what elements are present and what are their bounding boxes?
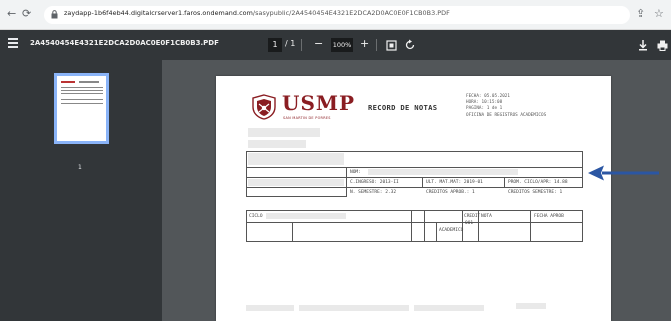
- redacted-block: [299, 305, 409, 311]
- pdf-page: USMP SAN MARTIN DE PORRES RECORD DE NOTA…: [216, 76, 611, 321]
- menu-icon[interactable]: [8, 38, 18, 50]
- record-ciclo-ingreso: C.INGRESO: 2013-II: [350, 180, 399, 185]
- crest-icon: [252, 94, 276, 120]
- share-icon[interactable]: ⇪: [636, 8, 645, 20]
- grid-header-nota: NOTA: [481, 214, 492, 219]
- record-prom-ciclo: PROM. CICLO/APR: 14.88: [508, 180, 568, 185]
- record-n-semestre: N. SEMESTRE: 2.32: [350, 190, 397, 195]
- record-ult-mat: ULT. MAT.MAT: 2019-01: [426, 180, 483, 185]
- rotate-icon[interactable]: [404, 39, 416, 51]
- url-input[interactable]: zaydapp-1b6f4eb44.digitalcrserver1.faros…: [44, 6, 630, 24]
- print-icon[interactable]: [657, 40, 668, 51]
- page-number-input[interactable]: 1: [268, 38, 282, 52]
- grid-header-fecha: FECHA APROB: [534, 214, 564, 219]
- record-nombre: NOM:: [350, 170, 361, 175]
- back-icon[interactable]: ←: [7, 7, 16, 21]
- zoom-level-input[interactable]: 100%: [331, 38, 353, 52]
- pdf-viewport[interactable]: USMP SAN MARTIN DE PORRES RECORD DE NOTA…: [162, 60, 671, 321]
- record-creditos-semestre: CREDITOS SEMESTRE: 1: [508, 190, 563, 195]
- toolbar-divider: [301, 39, 302, 51]
- redacted-block: [516, 303, 546, 309]
- url-text: zaydapp-1b6f4eb44.digitalcrserver1.faros…: [64, 9, 450, 17]
- browser-address-bar: ← ⟳ zaydapp-1b6f4eb44.digitalcrserver1.f…: [0, 0, 671, 30]
- pdf-toolbar: 2A4540454E4321E2DCA2D0AC0E0F1CB0B3.PDF 1…: [0, 30, 671, 60]
- redacted-block: [246, 305, 294, 311]
- document-title: 2A4540454E4321E2DCA2D0AC0E0F1CB0B3.PDF: [30, 39, 219, 47]
- bookmark-star-icon[interactable]: ☆: [654, 8, 664, 20]
- zoom-in-button[interactable]: +: [360, 37, 369, 51]
- redacted-block: [368, 169, 518, 175]
- download-icon[interactable]: [638, 40, 648, 51]
- thumbnail-sidebar: 1: [0, 60, 162, 321]
- grid-cell-value: 001: [465, 221, 474, 226]
- annotation-arrow-icon: [588, 165, 659, 181]
- grid-header-creditos: CREDIT: [464, 214, 481, 219]
- toolbar-divider: [376, 39, 377, 51]
- record-creditos-aprob: CREDITOS APROB.: 1: [426, 190, 475, 195]
- page-count: / 1: [285, 39, 296, 48]
- student-record-box: NOM: C.INGRESO: 2013-II ULT. MAT.MAT: 20…: [246, 151, 583, 197]
- grid-cell-tipo: ACADEMICO: [439, 228, 464, 233]
- redacted-block: [248, 128, 320, 137]
- redacted-block: [266, 213, 346, 219]
- grid-header-ciclo: CICLO: [249, 214, 263, 219]
- redacted-block: [248, 140, 306, 148]
- document-meta: FECHA: 05.05.2021 HORA: 10:15:08 PAGINA:…: [466, 94, 547, 118]
- document-heading: RECORD DE NOTAS: [368, 103, 438, 112]
- zoom-out-button[interactable]: −: [314, 37, 323, 51]
- redacted-block: [414, 305, 484, 311]
- redacted-block: [248, 153, 344, 165]
- page-thumbnail[interactable]: [54, 73, 109, 144]
- fit-page-icon[interactable]: [386, 40, 397, 51]
- redacted-block: [248, 179, 344, 186]
- lock-icon: [51, 10, 58, 19]
- refresh-icon[interactable]: ⟳: [22, 7, 31, 21]
- grades-table: CICLO CREDIT NOTA FECHA APROB ACADEMICO …: [246, 210, 583, 242]
- thumbnail-page-number: 1: [78, 164, 82, 171]
